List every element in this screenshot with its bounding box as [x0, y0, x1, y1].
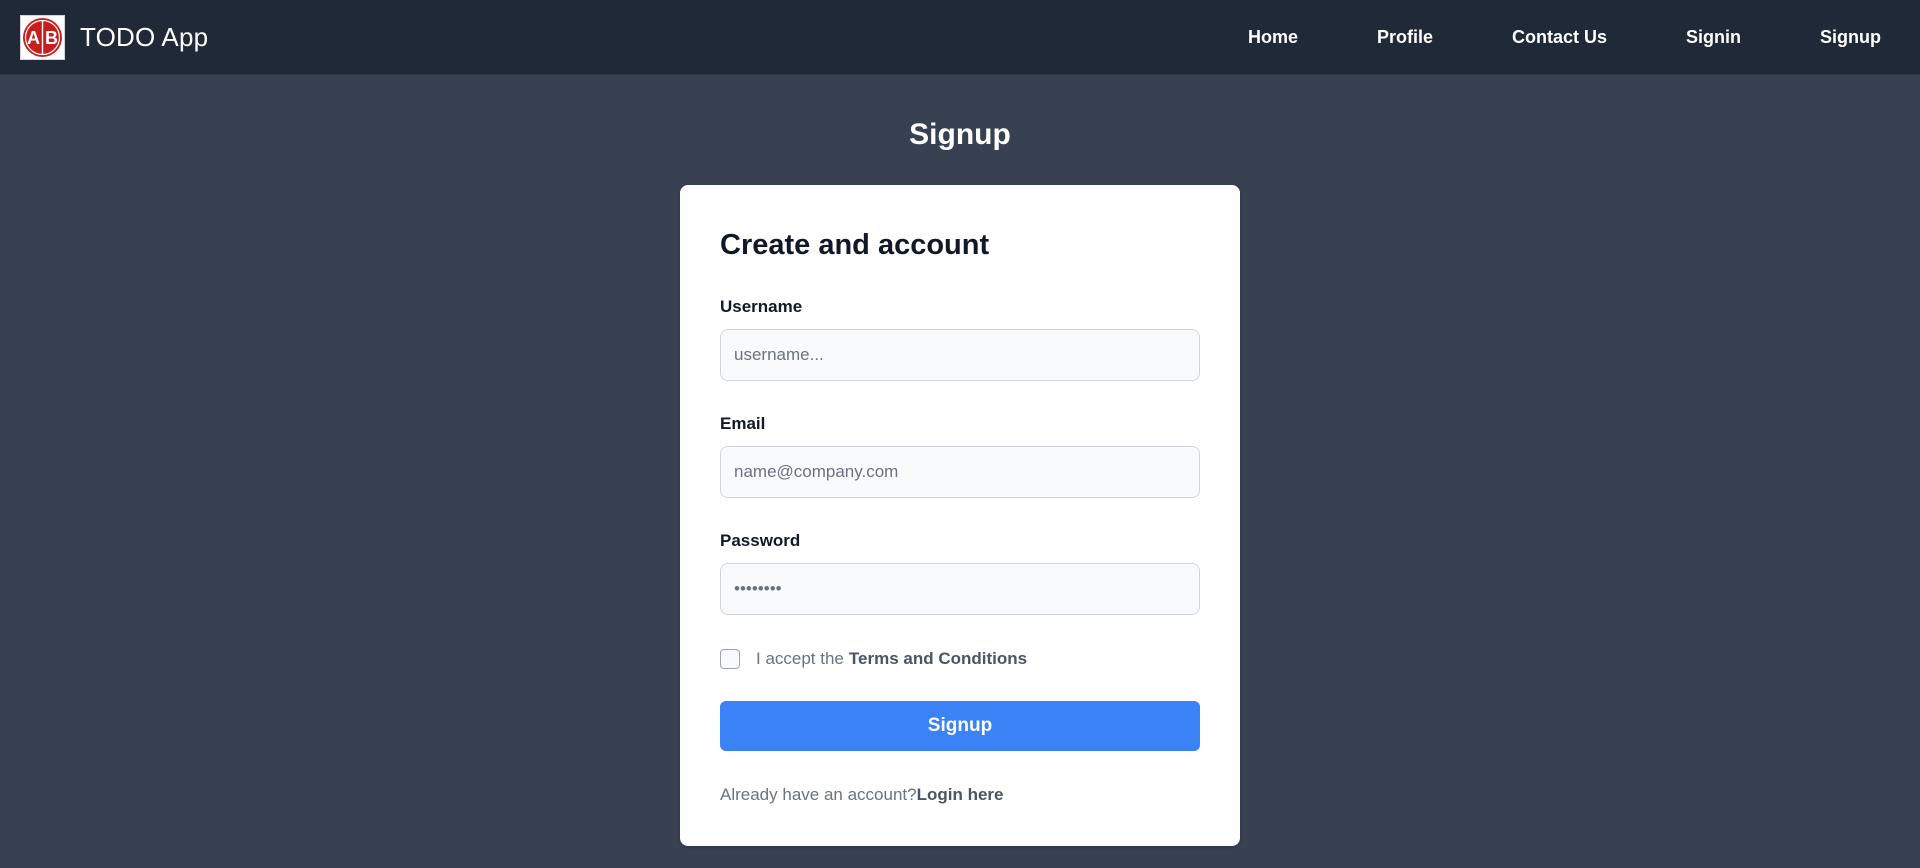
signup-button[interactable]: Signup — [720, 701, 1200, 751]
terms-link[interactable]: Terms and Conditions — [849, 649, 1027, 669]
page-title: Signup — [909, 118, 1011, 151]
nav-link-signin[interactable]: Signin — [1686, 27, 1741, 48]
login-prompt: Already have an account? Login here — [720, 785, 1004, 805]
signup-card: Create and account Username Email Passwo… — [680, 185, 1240, 846]
nav-link-signup[interactable]: Signup — [1820, 27, 1881, 48]
email-input[interactable] — [720, 446, 1200, 498]
brand[interactable]: A B TODO App — [20, 15, 208, 60]
navbar: A B TODO App Home Profile Contact Us Sig… — [0, 0, 1920, 75]
nav-link-profile[interactable]: Profile — [1377, 27, 1433, 48]
logo-letter-a: A — [27, 28, 40, 48]
form-heading: Create and account — [720, 229, 990, 261]
username-input[interactable] — [720, 329, 1200, 381]
logo-letter-b: B — [45, 28, 58, 48]
terms-row: I accept the Terms and Conditions — [720, 648, 1027, 670]
terms-text: I accept the — [756, 649, 844, 668]
password-label: Password — [720, 531, 801, 550]
nav-links: Home Profile Contact Us Signin Signup — [1248, 0, 1920, 75]
nav-link-contact-us[interactable]: Contact Us — [1512, 27, 1607, 48]
brand-name[interactable]: TODO App — [80, 22, 208, 53]
nav-link-home[interactable]: Home — [1248, 27, 1298, 48]
login-prompt-text: Already have an account? — [720, 785, 917, 804]
app-logo-icon: A B — [20, 15, 65, 60]
terms-checkbox[interactable] — [720, 649, 740, 669]
username-label: Username — [720, 297, 803, 316]
password-input[interactable] — [720, 563, 1200, 615]
login-link[interactable]: Login here — [917, 785, 1004, 805]
email-label: Email — [720, 414, 766, 433]
